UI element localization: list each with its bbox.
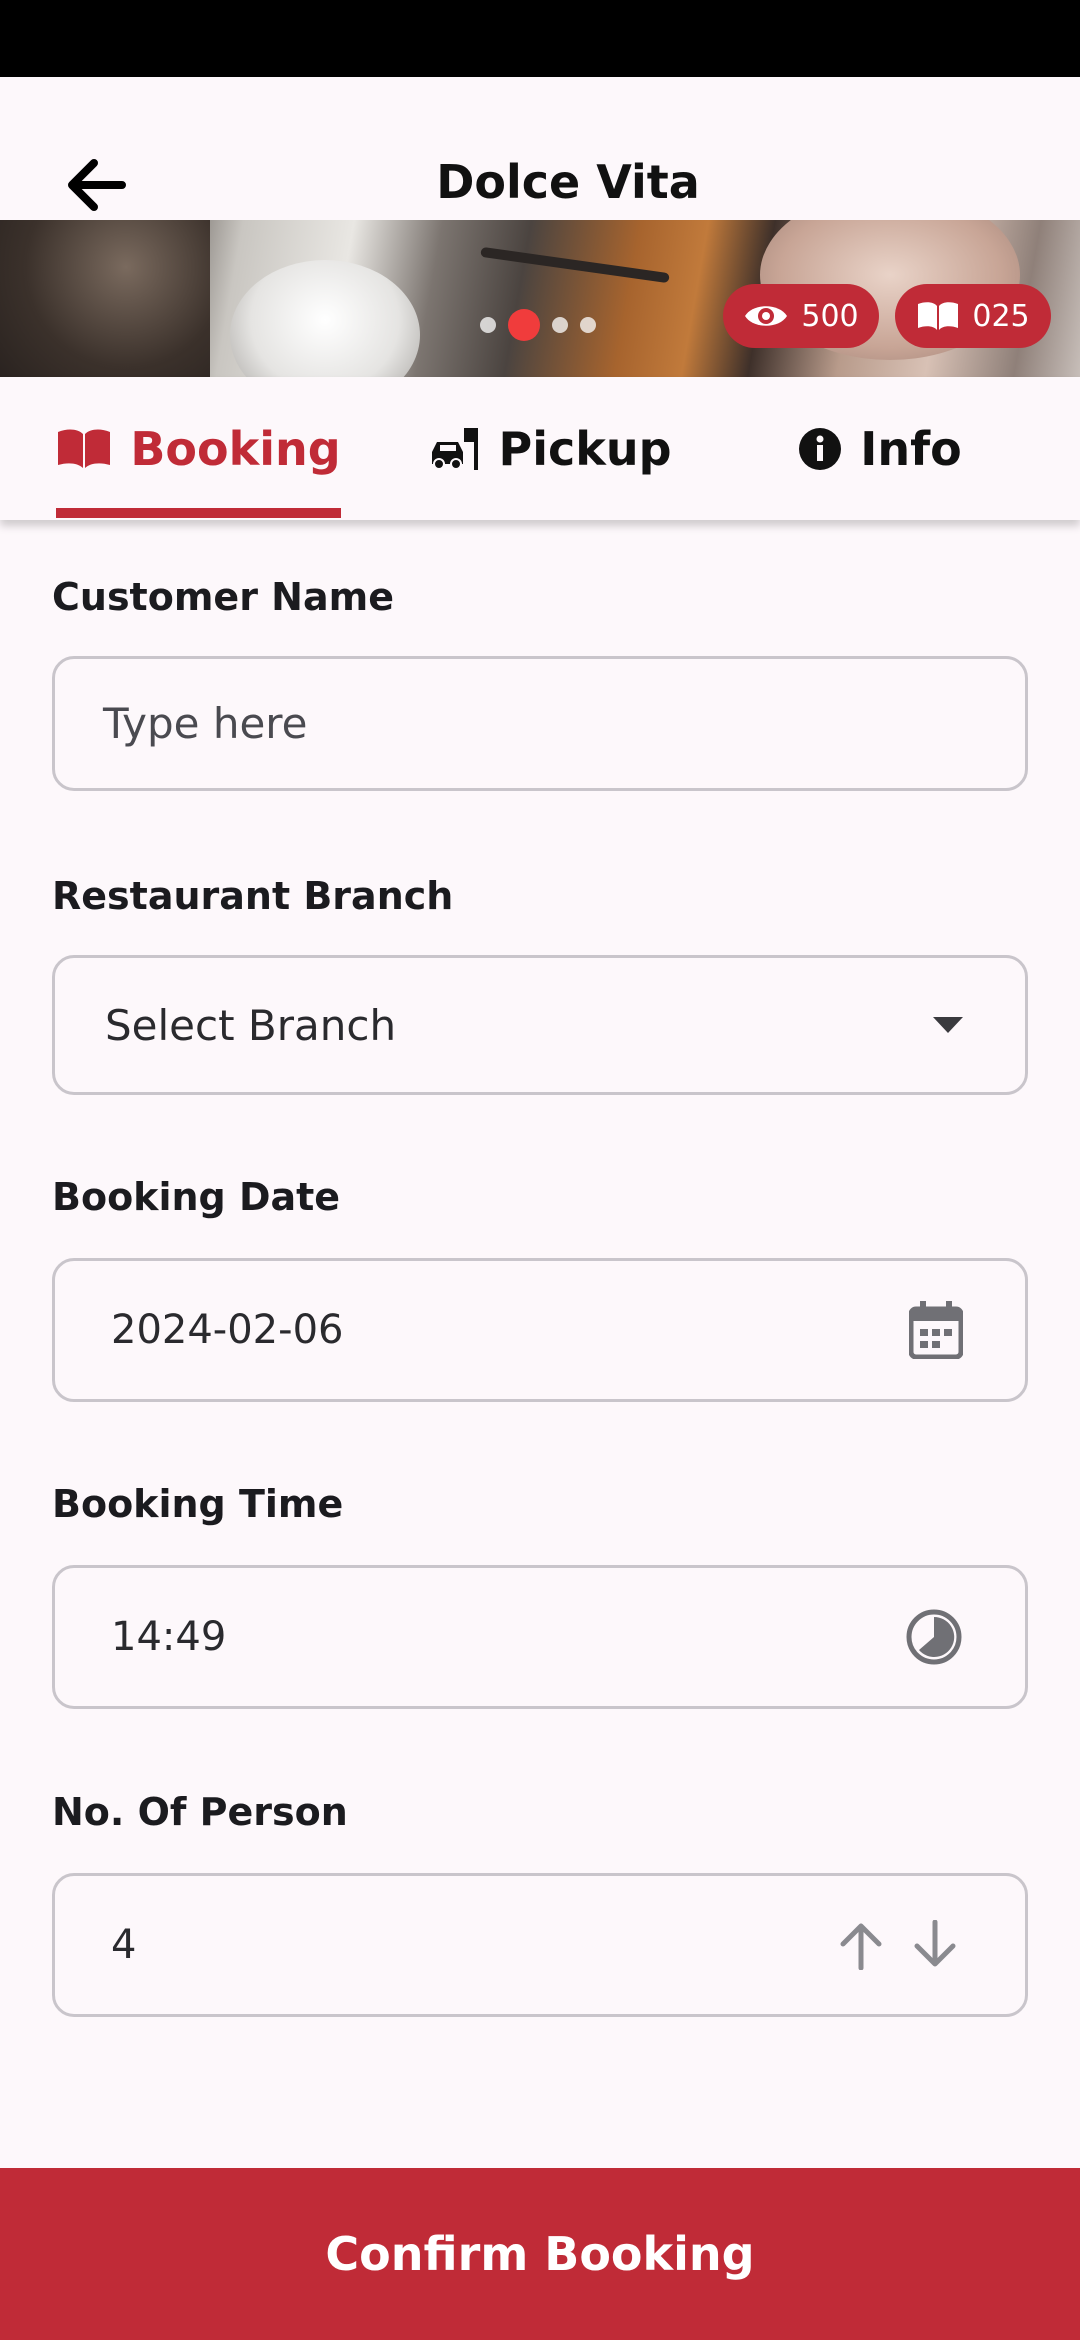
tab-booking[interactable]: Booking xyxy=(56,377,341,520)
tab-pickup[interactable]: Pickup xyxy=(420,377,680,520)
carousel-dot[interactable] xyxy=(580,317,596,333)
confirm-booking-button[interactable]: Confirm Booking xyxy=(0,2168,1080,2340)
booking-date-field[interactable]: 2024-02-06 xyxy=(52,1258,1028,1402)
bookings-count: 025 xyxy=(972,298,1030,334)
status-bar xyxy=(0,0,1080,77)
info-icon xyxy=(799,427,842,470)
views-count: 500 xyxy=(801,298,859,334)
tab-selected-indicator xyxy=(56,508,341,518)
clock-icon xyxy=(906,1609,962,1665)
booking-time-field[interactable]: 14:49 xyxy=(52,1565,1028,1709)
eye-icon xyxy=(745,306,788,326)
restaurant-branch-label: Restaurant Branch xyxy=(52,874,454,918)
booking-time-value: 14:49 xyxy=(111,1614,227,1660)
calendar-icon xyxy=(909,1301,963,1359)
views-badge: 500 xyxy=(723,284,879,348)
tab-info-label: Info xyxy=(860,421,962,476)
arrow-left-icon xyxy=(68,159,126,211)
car-pickup-icon xyxy=(432,427,479,470)
tab-info[interactable]: Info xyxy=(780,377,980,520)
time-picker-button[interactable] xyxy=(905,1608,963,1666)
arrow-up-icon[interactable] xyxy=(837,1920,885,1970)
branch-select[interactable]: Select Branch xyxy=(52,955,1028,1095)
dropdown-button[interactable] xyxy=(933,1017,963,1033)
bookings-badge: 025 xyxy=(895,284,1051,348)
branch-select-value: Select Branch xyxy=(105,1000,397,1050)
customer-name-placeholder: Type here xyxy=(103,699,308,748)
carousel-dot-active[interactable] xyxy=(508,309,540,341)
customer-name-input[interactable]: Type here xyxy=(52,656,1028,791)
confirm-booking-label: Confirm Booking xyxy=(325,2227,755,2281)
tab-bar: Booking Pickup Info xyxy=(0,377,1080,520)
caret-down-icon xyxy=(933,1017,963,1033)
book-open-icon xyxy=(918,302,959,330)
persons-stepper[interactable]: 4 xyxy=(52,1873,1028,2017)
book-icon xyxy=(58,429,111,468)
date-picker-button[interactable] xyxy=(909,1301,963,1359)
arrow-down-icon[interactable] xyxy=(911,1920,959,1970)
tab-booking-label: Booking xyxy=(130,421,341,476)
page-title: Dolce Vita xyxy=(436,155,700,209)
customer-name-label: Customer Name xyxy=(52,575,394,619)
carousel-dot[interactable] xyxy=(480,317,496,333)
stepper-buttons xyxy=(837,1920,959,1970)
back-button[interactable] xyxy=(52,145,138,225)
carousel-indicator xyxy=(480,309,596,341)
booking-date-label: Booking Date xyxy=(52,1175,341,1219)
tab-pickup-label: Pickup xyxy=(498,421,672,476)
persons-value: 4 xyxy=(111,1922,137,1968)
carousel-dot[interactable] xyxy=(552,317,568,333)
booking-time-label: Booking Time xyxy=(52,1482,344,1526)
booking-date-value: 2024-02-06 xyxy=(111,1307,344,1353)
persons-label: No. Of Person xyxy=(52,1790,348,1834)
